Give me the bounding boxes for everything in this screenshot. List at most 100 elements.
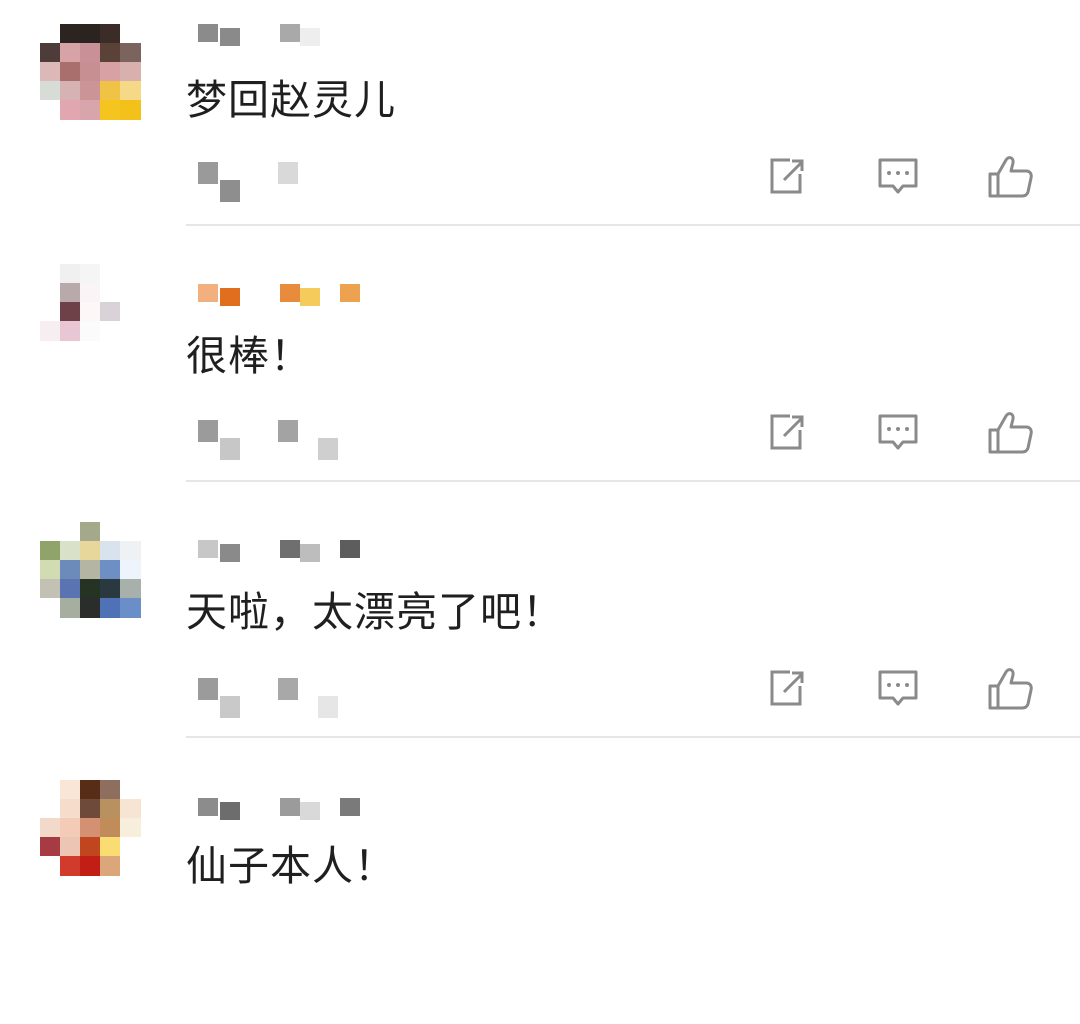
avatar-pixel [120, 302, 141, 322]
avatar-pixel [100, 856, 121, 876]
avatar-pixel [120, 321, 141, 341]
share-icon [770, 158, 804, 194]
avatar-pixel [120, 780, 141, 800]
avatar[interactable] [38, 780, 160, 880]
username[interactable] [198, 540, 438, 572]
avatar-pixel [100, 541, 121, 561]
comment-text: 仙子本人！ [186, 842, 396, 890]
avatar-pixel [120, 62, 141, 82]
avatar-pixel [40, 264, 61, 284]
comment-item: 很棒！ [0, 256, 1080, 512]
avatar[interactable] [38, 24, 160, 124]
avatar-pixel [80, 283, 101, 303]
avatar-pixel [60, 62, 81, 82]
reply-button[interactable] [872, 662, 924, 714]
username-pixel [198, 540, 218, 558]
avatar-pixel [40, 522, 61, 542]
avatar-pixel [40, 837, 61, 857]
username-pixel [220, 544, 240, 562]
avatar-pixel [120, 837, 141, 857]
avatar-pixel [60, 24, 81, 44]
like-button[interactable] [984, 150, 1036, 202]
avatar-pixel [100, 264, 121, 284]
username-pixel [198, 24, 218, 42]
username[interactable] [198, 284, 438, 316]
username[interactable] [198, 798, 438, 830]
avatar-pixel [100, 818, 121, 838]
avatar-pixel [80, 302, 101, 322]
avatar[interactable] [38, 264, 160, 364]
username-pixel [300, 544, 320, 562]
avatar-pixel [80, 818, 101, 838]
meta-pixel [220, 180, 240, 202]
avatar[interactable] [38, 522, 160, 622]
avatar-pixel [100, 799, 121, 819]
avatar-pixel [80, 100, 101, 120]
avatar-pixel [80, 522, 101, 542]
avatar-pixel [80, 780, 101, 800]
avatar-pixel [100, 321, 121, 341]
comment-actions [756, 150, 1046, 202]
like-button[interactable] [984, 662, 1036, 714]
avatar-pixel [40, 100, 61, 120]
share-button[interactable] [760, 406, 812, 458]
avatar-pixel [120, 541, 141, 561]
comment-text: 天啦，太漂亮了吧！ [186, 588, 564, 636]
comment-meta [198, 678, 358, 720]
avatar-pixel [40, 24, 61, 44]
meta-pixel [278, 162, 298, 184]
comment-icon [878, 414, 918, 450]
avatar-pixel [120, 100, 141, 120]
avatar-pixel [120, 283, 141, 303]
username-pixel [300, 288, 320, 306]
share-button[interactable] [760, 150, 812, 202]
avatar-pixel [120, 24, 141, 44]
comment-text: 梦回赵灵儿 [186, 76, 396, 124]
avatar-pixel [40, 62, 61, 82]
avatar-pixel [40, 780, 61, 800]
reply-button[interactable] [872, 150, 924, 202]
reply-button[interactable] [872, 406, 924, 458]
share-icon [770, 414, 804, 450]
avatar-pixel [120, 799, 141, 819]
username-pixel [300, 802, 320, 820]
avatar-pixel [60, 856, 81, 876]
avatar-pixel [80, 579, 101, 599]
comment-meta [198, 420, 358, 462]
comment-actions [756, 406, 1046, 458]
avatar-pixel [100, 560, 121, 580]
like-button[interactable] [984, 406, 1036, 458]
meta-pixel [198, 678, 218, 700]
avatar-pixel [60, 598, 81, 618]
avatar-pixel [60, 283, 81, 303]
avatar-pixel [40, 579, 61, 599]
avatar-pixel [40, 856, 61, 876]
username-pixel [340, 798, 360, 816]
avatar-pixel [100, 43, 121, 63]
username-pixel [198, 284, 218, 302]
avatar-pixel [100, 598, 121, 618]
avatar-pixel [100, 780, 121, 800]
username[interactable] [198, 24, 438, 56]
avatar-pixel [120, 579, 141, 599]
avatar-pixel [60, 780, 81, 800]
avatar-pixel [100, 24, 121, 44]
thumbs-up-icon [988, 412, 1033, 454]
avatar-pixel [60, 522, 81, 542]
avatar-pixel [60, 81, 81, 101]
avatar-pixel [80, 62, 101, 82]
username-pixel [340, 540, 360, 558]
meta-pixel [198, 162, 218, 184]
avatar-pixel [80, 598, 101, 618]
avatar-pixel [100, 283, 121, 303]
username-pixel [220, 288, 240, 306]
divider [186, 480, 1080, 482]
avatar-pixel [80, 264, 101, 284]
avatar-pixel [120, 264, 141, 284]
avatar-pixel [120, 818, 141, 838]
avatar-pixel [120, 598, 141, 618]
avatar-pixel [60, 560, 81, 580]
meta-pixel [278, 420, 298, 442]
comment-actions [756, 662, 1046, 714]
share-button[interactable] [760, 662, 812, 714]
